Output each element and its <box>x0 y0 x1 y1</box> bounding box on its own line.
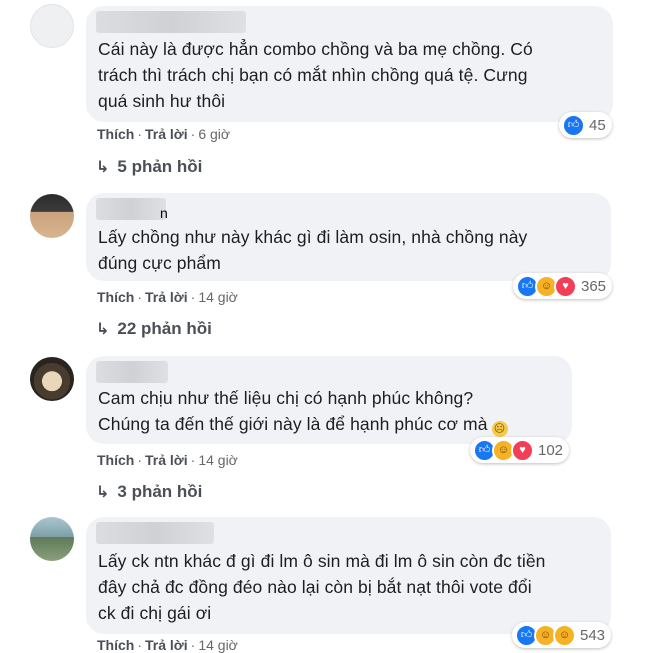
like-link[interactable]: Thích <box>97 637 134 653</box>
comment-actions: Thích · Trả lời · 14 giờ <box>97 637 238 653</box>
commenter-name-redacted[interactable] <box>96 11 246 33</box>
reply-link[interactable]: Trả lời <box>145 452 188 468</box>
commenter-name-redacted[interactable] <box>96 198 166 220</box>
comment-time[interactable]: 14 giờ <box>198 289 238 305</box>
reply-arrow-icon: ↳ <box>96 321 110 338</box>
comment-text: Cam chịu như thế liệu chị có hạnh phúc k… <box>98 385 560 437</box>
reaction-count: 365 <box>581 277 607 295</box>
comment-actions: Thích · Trả lời · 14 giờ <box>97 452 238 468</box>
comment-bubble: Lấy ck ntn khác đ gì đi lm ô sin mà đi l… <box>86 517 611 634</box>
reaction-summary[interactable]: 👍︎ 45 <box>559 112 612 138</box>
comment-time[interactable]: 14 giờ <box>198 452 238 468</box>
commenter-name-redacted[interactable] <box>96 522 214 544</box>
comment-bubble: n Lấy chồng như này khác gì đi làm osin,… <box>86 193 611 281</box>
view-replies-link[interactable]: ↳ 5 phản hồi <box>96 157 202 177</box>
comment-text: Cái này là được hẳn combo chồng và ba mẹ… <box>98 39 533 111</box>
commenter-avatar[interactable] <box>30 4 74 48</box>
reply-link[interactable]: Trả lời <box>145 289 188 305</box>
sad-face-emoji-icon: ☹︎ <box>491 421 508 437</box>
comment-bubble: Cam chịu như thế liệu chị có hạnh phúc k… <box>86 356 572 444</box>
commenter-name-redacted[interactable] <box>96 361 168 383</box>
reply-link[interactable]: Trả lời <box>145 637 188 653</box>
reply-link[interactable]: Trả lời <box>145 126 188 142</box>
reaction-summary[interactable]: 👍︎ ☺︎ ♥ 365 <box>513 273 613 299</box>
like-link[interactable]: Thích <box>97 289 134 305</box>
reaction-summary[interactable]: 👍︎ ☺︎ ☺︎ 543 <box>512 622 612 648</box>
comment-time[interactable]: 14 giờ <box>198 637 238 653</box>
like-link[interactable]: Thích <box>97 452 134 468</box>
reply-arrow-icon: ↳ <box>96 484 110 501</box>
reaction-summary[interactable]: 👍︎ ☺︎ ♥ 102 <box>470 437 570 463</box>
reaction-count: 45 <box>589 116 606 134</box>
comment-actions: Thích · Trả lời · 14 giờ <box>97 289 238 305</box>
care-reaction-icon: ☺︎ <box>553 623 576 647</box>
comment-time[interactable]: 6 giờ <box>198 126 230 142</box>
comment-actions: Thích · Trả lời · 6 giờ <box>97 126 231 142</box>
love-reaction-icon: ♥ <box>554 274 577 298</box>
reaction-count: 102 <box>538 441 564 459</box>
comment-bubble: Cái này là được hẳn combo chồng và ba mẹ… <box>86 6 613 122</box>
view-replies-link[interactable]: ↳ 3 phản hồi <box>96 482 202 502</box>
comment-text: Lấy ck ntn khác đ gì đi lm ô sin mà đi l… <box>98 551 546 623</box>
view-replies-link[interactable]: ↳ 22 phản hồi <box>96 319 212 339</box>
love-reaction-icon: ♥ <box>511 438 534 462</box>
like-link[interactable]: Thích <box>97 126 134 142</box>
like-reaction-icon: 👍︎ <box>562 113 585 137</box>
reply-arrow-icon: ↳ <box>96 159 110 176</box>
comment-text: Lấy chồng như này khác gì đi làm osin, n… <box>98 227 528 273</box>
reaction-count: 543 <box>580 626 606 644</box>
commenter-name-tail[interactable]: n <box>160 205 168 221</box>
commenter-avatar[interactable] <box>30 194 74 238</box>
commenter-avatar[interactable] <box>30 357 74 401</box>
commenter-avatar[interactable] <box>30 517 74 561</box>
